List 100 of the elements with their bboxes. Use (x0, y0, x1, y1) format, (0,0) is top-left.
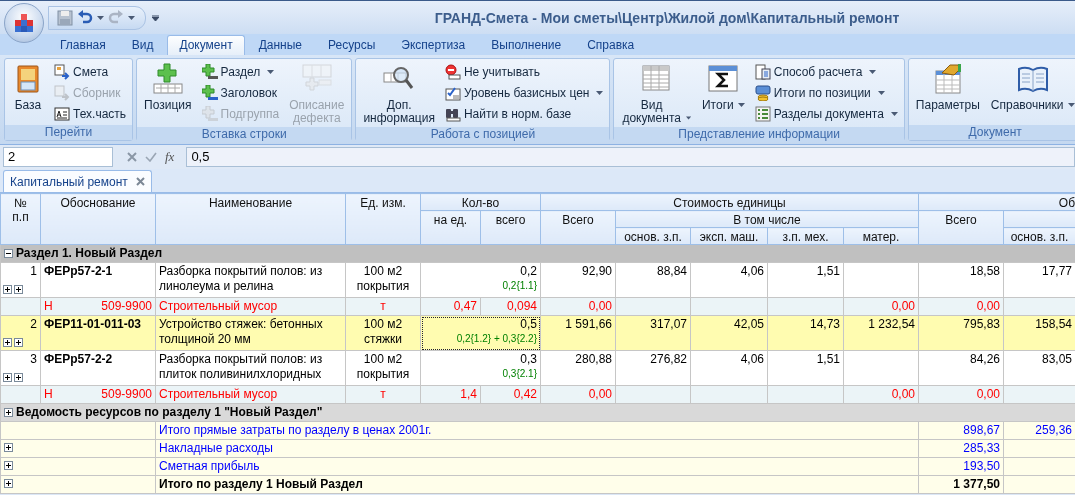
table-cell: Накладные расходы (155, 439, 919, 458)
caret-icon (737, 103, 745, 107)
position-totals-button[interactable]: Итоги по позиции (752, 82, 900, 103)
table-cell: 0,094 (480, 297, 541, 316)
table-cell: Разборка покрытий полов: из плиток поливинилхлоридных (155, 350, 346, 386)
quantity-value: 0,2 (519, 264, 537, 279)
ribbon-tab[interactable]: Документ (167, 35, 245, 55)
expand-icon (3, 338, 12, 347)
base-button[interactable]: База (9, 61, 47, 125)
base-price-level-button[interactable]: Уровень базисных цен (442, 82, 606, 103)
add-line-icon (201, 105, 218, 122)
resource-type: Н (44, 299, 53, 314)
cubes-icon (13, 12, 35, 34)
position-button[interactable]: Позиция (141, 61, 195, 127)
ribbon-tab[interactable]: Справка (575, 35, 647, 55)
caret-icon (152, 14, 159, 21)
table-row[interactable]: 1 ФЕРр57-2-1 Разборка покрытий полов: из линолеума и релина 100 м2 покрытия 0,2 0,2{1.1} 92,90 88,84 4,06 1,51 18,58 17,77 (0, 262, 1075, 298)
table-cell: 18,58 (918, 262, 1004, 298)
cell-name-field[interactable]: 2 (3, 147, 113, 167)
heading-button[interactable]: Заголовок (199, 82, 282, 103)
ribbon-tab[interactable]: Ресурсы (316, 35, 388, 55)
exclude-button[interactable]: Не учитывать (442, 61, 606, 82)
table-cell: 0,00 (843, 385, 919, 404)
table-cell: Строительный мусор (155, 297, 346, 316)
expand-icon (14, 338, 23, 347)
coins-icon (754, 84, 771, 101)
document-arrow-icon (54, 63, 70, 80)
technical-part-button[interactable]: Тех.часть (52, 103, 129, 124)
add-line-icon (201, 84, 218, 101)
table-cell: 317,07 (615, 315, 691, 351)
table-cell: 1 232,54 (843, 315, 919, 351)
table-cell: Разборка покрытий полов: из линолеума и релина (155, 262, 346, 298)
table-cell: 3 (30, 352, 37, 366)
ribbon-tab[interactable]: Вид (119, 35, 166, 55)
resource-type: Н (44, 387, 53, 402)
customize-toolbar-button[interactable] (152, 14, 159, 21)
ribbon-tab[interactable]: Выполнение (479, 35, 574, 55)
expand-icon (3, 373, 12, 382)
ribbon-tab[interactable]: Главная (48, 35, 118, 55)
expand-icon (14, 373, 23, 382)
expand-icon (4, 443, 13, 452)
table-cell: 92,90 (540, 262, 616, 298)
quantity-cell[interactable]: 0,2 0,2{1.1} (420, 262, 541, 298)
quantity-formula: 0,2{1.1} (501, 279, 537, 292)
redo-menu-button[interactable] (128, 15, 135, 20)
table-cell: 0,00 (918, 297, 1004, 316)
caret-icon (596, 90, 604, 95)
column-header: Обоснование (40, 193, 156, 245)
section-title: Раздел 1. Новый Раздел (16, 246, 163, 261)
group-label: Представление информации (614, 127, 904, 142)
table-row[interactable]: 2 ФЕР11-01-011-03 Устройство стяжек: бетонных толщиной 20 мм 100 м2 стяжки 0,5 0,2{1.2} + 0,3{2.2} 1 591,66 317,07 42,05 14,73 1 232,54 795,83 158,54 (0, 315, 1075, 351)
calculation-method-button[interactable]: Способ расчета (752, 61, 900, 82)
formula-field[interactable]: 0,5 (186, 147, 1075, 167)
table-cell: 898,67 (918, 421, 1004, 440)
totals-button[interactable]: Итоги (698, 61, 748, 127)
caret-icon (877, 90, 885, 95)
table-cell: 4,06 (690, 350, 768, 386)
quantity-value: 0,5 (519, 317, 537, 332)
sigma-icon (707, 63, 740, 95)
table-cell: Итого прямые затраты по разделу в ценах 2001г. (155, 421, 919, 440)
table-cell: 1 591,66 (540, 315, 616, 351)
table-cell: ФЕР11-01-011-03 (40, 315, 156, 351)
table-cell: 88,84 (615, 262, 691, 298)
caret-icon (267, 69, 275, 74)
function-button[interactable]: fx (165, 149, 175, 165)
caret-icon (97, 15, 104, 20)
close-icon (135, 177, 145, 186)
extra-info-button[interactable]: Доп. информация (360, 61, 438, 127)
table-cell: 14,73 (767, 315, 844, 351)
document-view-button[interactable]: Вид документа (618, 61, 694, 127)
undo-button[interactable] (77, 9, 93, 26)
quantity-formula: 0,3{2.1} (501, 367, 537, 380)
table-row[interactable]: 3 ФЕРр57-2-2 Разборка покрытий полов: из плиток поливинилхлоридных 100 м2 покрытия 0,3 0,3{2.1} 280,88 276,82 4,06 1,51 84,26 83,05 (0, 350, 1075, 386)
column-header: Наименование (155, 193, 346, 245)
find-in-base-button[interactable]: Найти в норм. базе (442, 103, 606, 124)
caret-icon (128, 15, 135, 20)
undo-menu-button[interactable] (97, 15, 104, 20)
document-tab[interactable]: Капитальный ремонт (3, 170, 152, 192)
caret-icon (1067, 103, 1075, 107)
ribbon-tab[interactable]: Экспертиза (389, 35, 478, 55)
table-cell: Итого по разделу 1 Новый Раздел (155, 475, 919, 494)
table-cell: 1,51 (767, 350, 844, 386)
references-button[interactable]: Справочники (987, 61, 1075, 125)
section-button[interactable]: Раздел (199, 61, 282, 82)
table-cell: 84,26 (918, 350, 1004, 386)
document-sections-button[interactable]: Разделы документа (752, 103, 900, 124)
group-label: Работа с позицией (356, 127, 610, 142)
parameters-button[interactable]: Параметры (912, 61, 983, 125)
list-icon (754, 105, 771, 122)
cancel-icon (127, 152, 137, 162)
window-title: ГРАНД-Смета - Мои сметы\Центр\Жилой дом\Капитальный ремонт (433, 9, 901, 26)
quantity-cell[interactable]: 0,5 0,2{1.2} + 0,3{2.2} (420, 315, 541, 351)
estimate-button[interactable]: Смета (52, 61, 129, 82)
ribbon-tab[interactable]: Данные (246, 35, 314, 55)
quantity-formula: 0,2{1.2} + 0,3{2.2} (455, 332, 537, 345)
quantity-cell[interactable]: 0,3 0,3{2.1} (420, 350, 541, 386)
table-cell: 193,50 (918, 457, 1004, 476)
table-cell: 0,00 (843, 297, 919, 316)
table-cell: ФЕРр57-2-2 (40, 350, 156, 386)
save-icon (57, 9, 73, 26)
